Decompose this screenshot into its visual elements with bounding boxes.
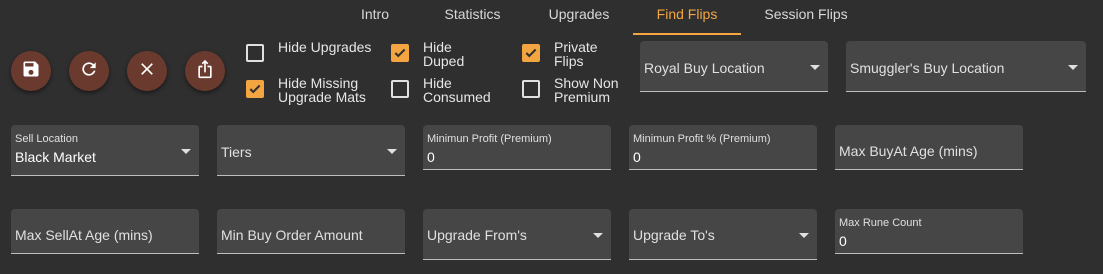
chevron-down-icon xyxy=(799,233,809,238)
min-buy-order-amount-label: Min Buy Order Amount xyxy=(221,227,363,243)
checkbox-unchecked-icon xyxy=(246,44,264,62)
chevron-down-icon xyxy=(181,149,191,154)
smugglers-buy-location-select[interactable]: Smuggler's Buy Location xyxy=(846,41,1086,92)
active-tab-indicator xyxy=(633,33,741,35)
max-sellat-age-label: Max SellAt Age (mins) xyxy=(15,227,153,243)
clear-button[interactable] xyxy=(127,51,167,91)
private-flips-label: Private Flips xyxy=(554,39,598,69)
share-icon xyxy=(195,59,215,84)
hide-duped-checkbox[interactable]: Hide Duped xyxy=(391,40,493,68)
max-buyat-age-label: Max BuyAt Age (mins) xyxy=(839,143,978,159)
minimum-profit-pct-premium-input[interactable]: Minimun Profit % (Premium) 0 xyxy=(629,125,817,170)
max-buyat-age-input[interactable]: Max BuyAt Age (mins) xyxy=(835,125,1023,170)
chevron-down-icon xyxy=(1068,65,1078,70)
max-rune-count-value: 0 xyxy=(839,233,847,249)
max-rune-count-label: Max Rune Count xyxy=(839,217,922,229)
share-button[interactable] xyxy=(185,51,225,91)
tab-find-flips[interactable]: Find Flips xyxy=(633,0,741,34)
checkbox-unchecked-icon xyxy=(391,80,409,98)
checkbox-checked-icon xyxy=(522,44,540,62)
close-icon xyxy=(137,59,157,84)
tab-bar: Intro Statistics Upgrades Find Flips Ses… xyxy=(0,0,1103,36)
tiers-label: Tiers xyxy=(221,144,252,160)
refresh-button[interactable] xyxy=(69,51,109,91)
royal-buy-location-select[interactable]: Royal Buy Location xyxy=(640,41,828,92)
tab-intro[interactable]: Intro xyxy=(340,0,410,34)
hide-upgrades-checkbox[interactable]: Hide Upgrades xyxy=(246,40,374,62)
show-non-premium-checkbox[interactable]: Show Non Premium xyxy=(522,76,624,104)
hide-duped-label: Hide Duped xyxy=(423,39,465,69)
checkbox-checked-icon xyxy=(246,80,264,98)
checkbox-unchecked-icon xyxy=(522,80,540,98)
chevron-down-icon xyxy=(810,65,820,70)
upgrade-froms-select[interactable]: Upgrade From's xyxy=(423,209,611,260)
refresh-icon xyxy=(79,59,99,84)
max-sellat-age-input[interactable]: Max SellAt Age (mins) xyxy=(11,209,199,254)
max-rune-count-input[interactable]: Max Rune Count 0 xyxy=(835,209,1023,254)
tab-session-flips[interactable]: Session Flips xyxy=(752,0,860,34)
sell-location-select[interactable]: Sell Location Black Market xyxy=(11,125,199,176)
upgrade-froms-label: Upgrade From's xyxy=(427,227,527,243)
sell-location-value: Black Market xyxy=(15,149,96,165)
chevron-down-icon xyxy=(387,149,397,154)
minimum-profit-pct-premium-label: Minimun Profit % (Premium) xyxy=(633,133,771,145)
sell-location-label: Sell Location xyxy=(15,133,78,145)
checkbox-checked-icon xyxy=(391,44,409,62)
hide-consumed-checkbox[interactable]: Hide Consumed xyxy=(391,76,493,104)
private-flips-checkbox[interactable]: Private Flips xyxy=(522,40,624,68)
hide-upgrades-label: Hide Upgrades xyxy=(278,39,372,55)
hide-missing-upgrade-mats-checkbox[interactable]: Hide Missing Upgrade Mats xyxy=(246,76,374,104)
save-button[interactable] xyxy=(11,51,51,91)
smugglers-buy-location-label: Smuggler's Buy Location xyxy=(850,60,1005,76)
save-icon xyxy=(21,59,41,84)
minimum-profit-pct-premium-value: 0 xyxy=(633,149,641,165)
minimum-profit-premium-value: 0 xyxy=(427,149,435,165)
minimum-profit-premium-label: Minimun Profit (Premium) xyxy=(427,133,552,145)
tab-statistics[interactable]: Statistics xyxy=(430,0,515,34)
upgrade-tos-select[interactable]: Upgrade To's xyxy=(629,209,817,260)
show-non-premium-label: Show Non Premium xyxy=(554,75,619,105)
upgrade-tos-label: Upgrade To's xyxy=(633,227,715,243)
tab-upgrades[interactable]: Upgrades xyxy=(535,0,623,34)
tiers-select[interactable]: Tiers xyxy=(217,125,405,176)
min-buy-order-amount-input[interactable]: Min Buy Order Amount xyxy=(217,209,405,254)
hide-consumed-label: Hide Consumed xyxy=(423,75,491,105)
chevron-down-icon xyxy=(593,233,603,238)
hide-missing-upgrade-mats-label: Hide Missing Upgrade Mats xyxy=(278,75,366,105)
royal-buy-location-label: Royal Buy Location xyxy=(644,60,765,76)
minimum-profit-premium-input[interactable]: Minimun Profit (Premium) 0 xyxy=(423,125,611,170)
